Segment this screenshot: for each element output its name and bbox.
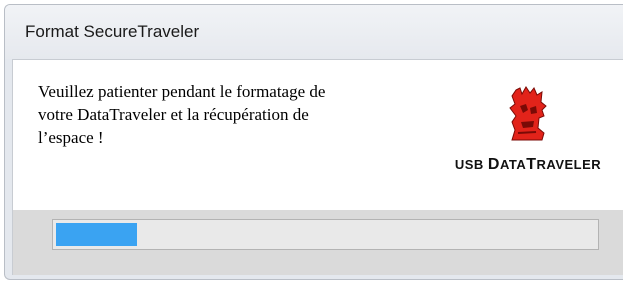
message-panel: Veuillez patienter pendant le formatage … [13, 60, 623, 210]
format-dialog-window: Format SecureTraveler Veuillez patienter… [4, 4, 623, 280]
status-message: Veuillez patienter pendant le formatage … [38, 82, 326, 147]
title-bar[interactable]: Format SecureTraveler [5, 5, 623, 59]
window-title: Format SecureTraveler [25, 22, 200, 41]
brand-d: D [487, 156, 500, 173]
usb-datatraveler-logo: USB DATATRAVELER [433, 80, 623, 180]
brand-prefix: USB [454, 157, 488, 172]
progress-fill [56, 223, 137, 246]
brand-ata: ATA [499, 157, 527, 172]
brand-raveler: RAVELER [536, 157, 602, 172]
progress-bar [52, 219, 599, 250]
progress-area [13, 210, 623, 275]
dialog-client-area: Veuillez patienter pendant le formatage … [12, 59, 623, 275]
brand-text: USB DATATRAVELER [433, 156, 623, 174]
kingston-head-icon [509, 86, 547, 141]
brand-t: T [526, 156, 537, 173]
